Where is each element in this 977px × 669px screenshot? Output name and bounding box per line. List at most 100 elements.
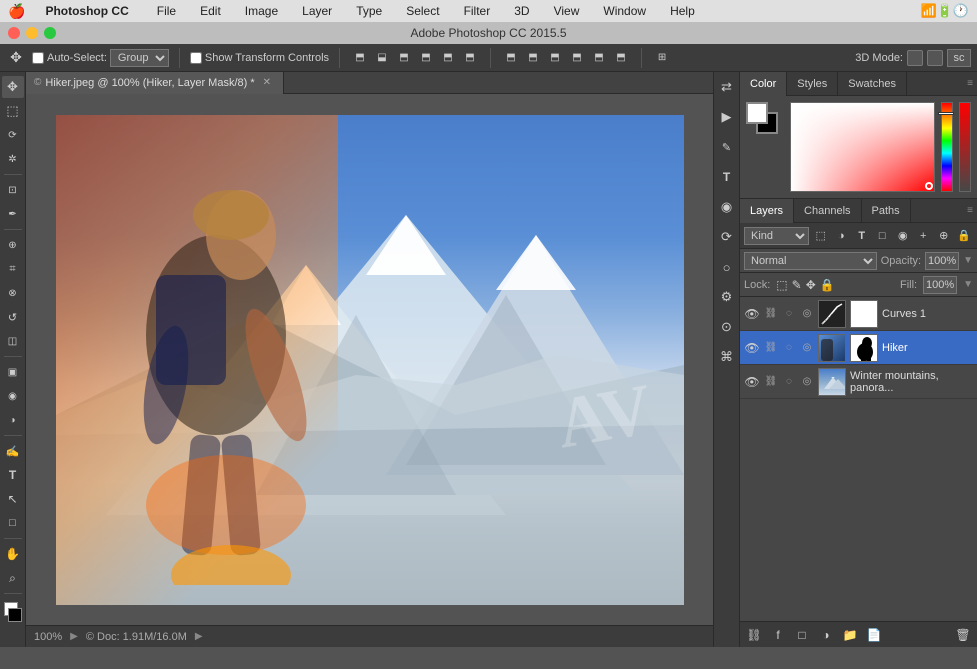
lock-transparent-icon[interactable]: ⬚ xyxy=(776,278,787,292)
tab-close-button[interactable]: ✕ xyxy=(259,77,275,88)
minimize-button[interactable] xyxy=(26,27,38,39)
lock-position-icon[interactable]: ✥ xyxy=(806,278,816,292)
crop-tool[interactable]: ⊡ xyxy=(2,179,24,201)
pen-icon[interactable]: ✎ xyxy=(716,136,738,158)
background-color[interactable] xyxy=(8,608,22,622)
healing-tool[interactable]: ⊕ xyxy=(2,234,24,256)
align-bottom-icon[interactable]: ⬒ xyxy=(394,48,414,68)
tab-styles[interactable]: Styles xyxy=(787,72,838,96)
menu-3d[interactable]: 3D xyxy=(510,4,533,18)
auto-select-checkbox[interactable] xyxy=(32,52,44,64)
3d-roll-btn[interactable] xyxy=(927,50,943,66)
menu-type[interactable]: Type xyxy=(352,4,386,18)
align-left-icon[interactable]: ⬒ xyxy=(416,48,436,68)
brush-side-icon[interactable]: ⌘ xyxy=(716,346,738,368)
layer-mask-mountains[interactable]: ◎ xyxy=(800,375,814,389)
distribute-left-icon[interactable]: ⬒ xyxy=(567,48,587,68)
document-tab[interactable]: © Hiker.jpeg @ 100% (Hiker, Layer Mask/8… xyxy=(26,72,284,94)
menu-view[interactable]: View xyxy=(550,4,584,18)
fill-arrow-icon[interactable]: ▼ xyxy=(963,279,973,290)
auto-align-icon[interactable]: ⊞ xyxy=(652,48,672,68)
zoom-tool[interactable]: ⌕ xyxy=(2,567,24,589)
hand-tool[interactable]: ✋ xyxy=(2,543,24,565)
shape-tool[interactable]: □ xyxy=(2,512,24,534)
layer-link-curves[interactable]: ⛓ xyxy=(764,307,778,321)
new-adjustment-icon[interactable]: ◑ xyxy=(816,625,836,645)
clone-tool[interactable]: ⊗ xyxy=(2,282,24,304)
new-group-icon[interactable]: 📁 xyxy=(840,625,860,645)
layer-visibility-mountains[interactable]: 👁 xyxy=(744,374,760,390)
doc-info-arrow-icon[interactable]: ▶ xyxy=(195,631,203,642)
marquee-tool[interactable]: ⬚ xyxy=(2,100,24,122)
layer-mask-hiker[interactable]: ◎ xyxy=(800,341,814,355)
type-tool[interactable]: T xyxy=(2,464,24,486)
shape-icon[interactable]: ◉ xyxy=(716,196,738,218)
alpha-strip[interactable] xyxy=(959,102,971,192)
filter-adjustment-icon[interactable]: ◑ xyxy=(833,227,851,245)
move-tool[interactable]: ✥ xyxy=(2,76,24,98)
distribute-right-icon[interactable]: ⬒ xyxy=(611,48,631,68)
layer-link-hiker[interactable]: ⛓ xyxy=(764,341,778,355)
distribute-bottom-icon[interactable]: ⬒ xyxy=(545,48,565,68)
add-style-icon[interactable]: f xyxy=(768,625,788,645)
quick-select-tool[interactable]: ✲ xyxy=(2,148,24,170)
filter-smart-icon[interactable]: ◉ xyxy=(894,227,912,245)
distribute-v-icon[interactable]: ⬒ xyxy=(523,48,543,68)
color-selector[interactable] xyxy=(2,602,24,626)
eyedropper-tool[interactable]: ✒ xyxy=(2,203,24,225)
tab-layers[interactable]: Layers xyxy=(740,199,794,223)
blend-mode-select[interactable]: Normal Dissolve Multiply Screen Overlay xyxy=(744,252,877,270)
tab-swatches[interactable]: Swatches xyxy=(838,72,907,96)
link-layers-icon[interactable]: ⛓ xyxy=(744,625,764,645)
filter-type-icon[interactable]: T xyxy=(853,227,871,245)
auto-select-dropdown[interactable]: Group Layer xyxy=(110,49,169,67)
layer-row-hiker[interactable]: 👁 ⛓ ◌ ◎ xyxy=(740,331,977,365)
arrows-icon[interactable]: ⇄ xyxy=(716,76,738,98)
filter-shape-icon[interactable]: □ xyxy=(874,227,892,245)
path-select-tool[interactable]: ↖ xyxy=(2,488,24,510)
rotate-3d-icon[interactable]: ⟳ xyxy=(716,226,738,248)
layer-row-curves[interactable]: 👁 ⛓ ◌ ◎ Curves 1 xyxy=(740,297,977,331)
tab-color[interactable]: Color xyxy=(740,72,787,96)
color-spectrum[interactable] xyxy=(790,102,935,192)
hue-strip[interactable] xyxy=(941,102,953,192)
new-layer-icon[interactable]: 📄 xyxy=(864,625,884,645)
opacity-arrow-icon[interactable]: ▼ xyxy=(963,255,973,266)
apple-menu[interactable]: 🍎 xyxy=(8,3,25,20)
align-top-icon[interactable]: ⬒ xyxy=(350,48,370,68)
canvas[interactable]: AV xyxy=(56,115,684,605)
close-button[interactable] xyxy=(8,27,20,39)
filter-lock-icon[interactable]: 🔒 xyxy=(956,227,974,245)
lock-all-icon[interactable]: 🔒 xyxy=(820,278,835,292)
pen-tool[interactable]: ✍ xyxy=(2,440,24,462)
blur-tool[interactable]: ◉ xyxy=(2,385,24,407)
filter-add-icon[interactable]: + xyxy=(915,227,933,245)
history-brush-tool[interactable]: ↺ xyxy=(2,306,24,328)
align-center-v-icon[interactable]: ⬒ xyxy=(438,48,458,68)
layer-visibility-hiker[interactable]: 👁 xyxy=(744,340,760,356)
layers-kind-select[interactable]: Kind Name Effect Mode Attribute Color xyxy=(744,227,809,245)
filter-options-icon[interactable]: ⊕ xyxy=(935,227,953,245)
layer-style-curves[interactable]: ◌ xyxy=(782,307,796,321)
settings-icon[interactable]: ⚙ xyxy=(716,286,738,308)
distribute-h-icon[interactable]: ⬒ xyxy=(589,48,609,68)
3d-rotate-btn[interactable] xyxy=(907,50,923,66)
layer-mask-curves[interactable]: ◎ xyxy=(800,307,814,321)
window-controls[interactable] xyxy=(8,27,56,39)
camera-icon[interactable]: ⊙ xyxy=(716,316,738,338)
add-mask-icon[interactable]: □ xyxy=(792,625,812,645)
layer-style-hiker[interactable]: ◌ xyxy=(782,341,796,355)
tab-paths[interactable]: Paths xyxy=(862,199,911,223)
dodge-tool[interactable]: ◑ xyxy=(2,409,24,431)
gradient-tool[interactable]: ▣ xyxy=(2,361,24,383)
lock-pixels-icon[interactable]: ✎ xyxy=(792,278,802,292)
layer-row-mountains[interactable]: 👁 ⛓ ◌ ◎ Winter mountains, panora... xyxy=(740,365,977,399)
color-panel-menu-icon[interactable]: ≡ xyxy=(963,78,977,89)
menu-select[interactable]: Select xyxy=(402,4,443,18)
layer-link-mountains[interactable]: ⛓ xyxy=(764,375,778,389)
menu-filter[interactable]: Filter xyxy=(460,4,495,18)
opacity-input[interactable] xyxy=(925,252,959,270)
eraser-tool[interactable]: ◫ xyxy=(2,330,24,352)
menu-image[interactable]: Image xyxy=(241,4,282,18)
layers-panel-menu-icon[interactable]: ≡ xyxy=(963,205,977,216)
